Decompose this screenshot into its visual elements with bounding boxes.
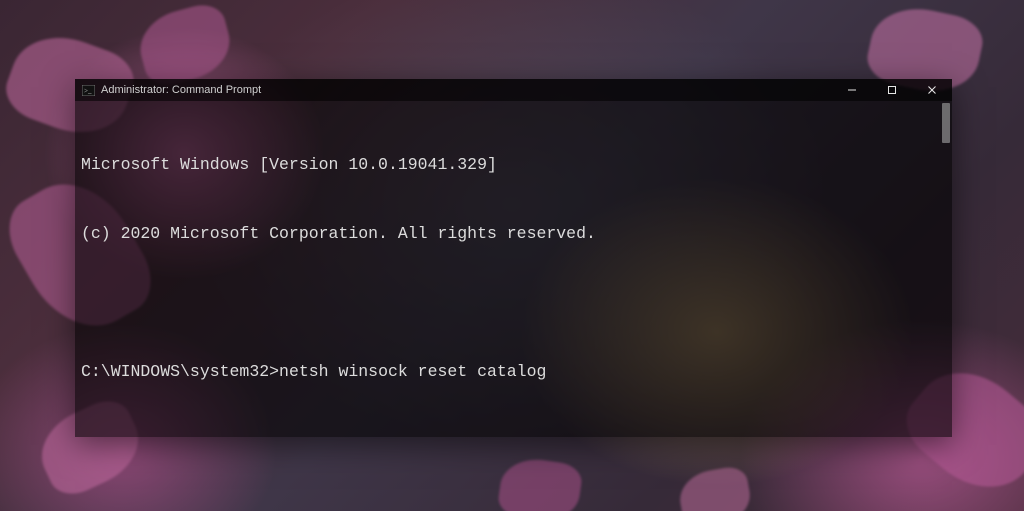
window-title: Administrator: Command Prompt — [101, 84, 261, 96]
terminal-history-line: C:\WINDOWS\system32>netsh winsock reset … — [81, 360, 942, 383]
command-prompt-window[interactable]: >_ Administrator: Command Prompt Microso… — [75, 79, 952, 437]
maximize-button[interactable] — [872, 79, 912, 101]
terminal-blank-line — [81, 429, 942, 437]
terminal-line: (c) 2020 Microsoft Corporation. All righ… — [81, 222, 942, 245]
prompt-text: C:\WINDOWS\system32> — [81, 362, 279, 381]
vertical-scrollbar[interactable] — [940, 101, 952, 437]
command-text: netsh winsock reset catalog — [279, 362, 546, 381]
minimize-button[interactable] — [832, 79, 872, 101]
titlebar[interactable]: >_ Administrator: Command Prompt — [75, 79, 952, 101]
wallpaper-decoration — [132, 0, 237, 90]
wallpaper-decoration — [496, 455, 584, 511]
svg-text:>_: >_ — [84, 87, 92, 95]
terminal-body[interactable]: Microsoft Windows [Version 10.0.19041.32… — [75, 101, 952, 437]
cmd-icon: >_ — [81, 83, 95, 97]
wallpaper-decoration — [676, 464, 754, 511]
scrollbar-thumb[interactable] — [942, 103, 950, 143]
desktop-wallpaper: >_ Administrator: Command Prompt Microso… — [0, 0, 1024, 511]
close-button[interactable] — [912, 79, 952, 101]
terminal-blank-line — [81, 291, 942, 314]
terminal-line: Microsoft Windows [Version 10.0.19041.32… — [81, 153, 942, 176]
